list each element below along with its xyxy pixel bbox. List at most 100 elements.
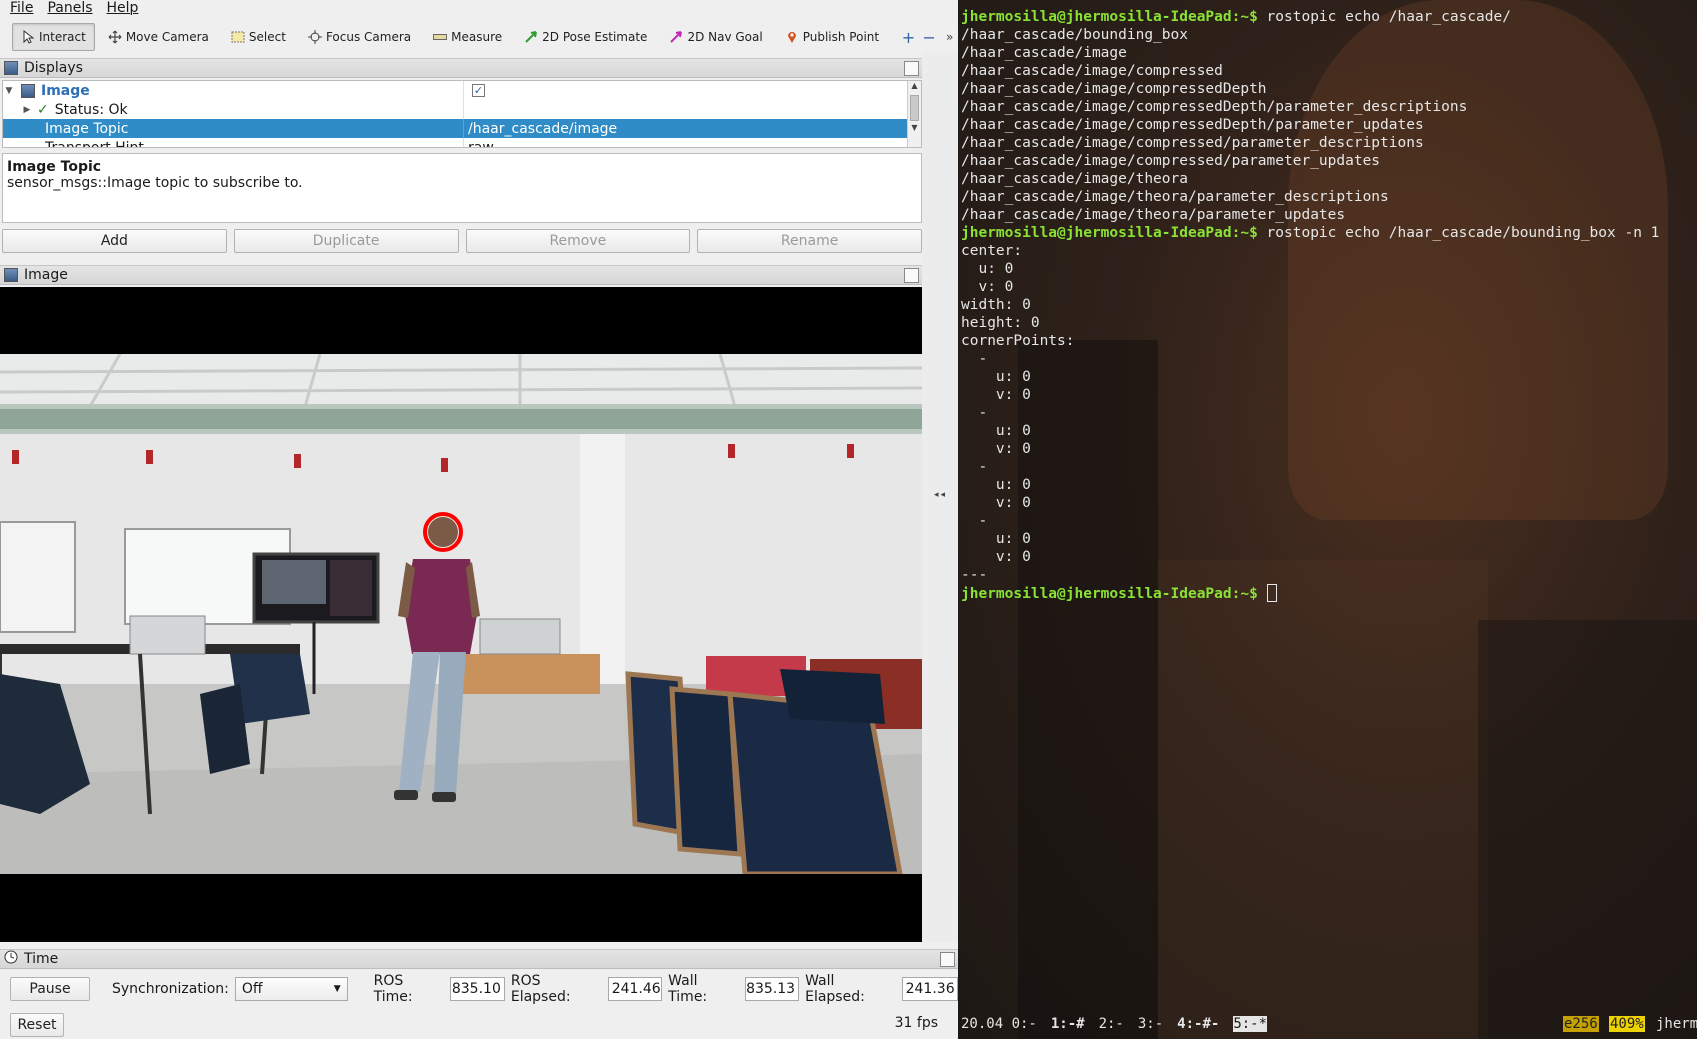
add-button[interactable]: Add (2, 229, 227, 253)
tree-row-image[interactable]: ▼ Image ✓ (3, 81, 908, 100)
tmux-window-3[interactable]: 3:- (1138, 1016, 1163, 1032)
terminal-line: /haar_cascade/image/compressedDepth (961, 81, 1267, 97)
wall-elapsed-label: Wall Elapsed: (805, 973, 865, 1005)
terminal-line: v: 0 (961, 279, 1014, 295)
pose-estimate-tool[interactable]: 2D Pose Estimate (515, 23, 656, 51)
sync-dropdown[interactable]: Off ▼ (234, 977, 348, 1001)
tmux-colors-badge: e256 (1563, 1016, 1599, 1032)
cursor-icon (21, 30, 35, 44)
remove-button[interactable]: Remove (465, 229, 691, 253)
focus-camera-tool[interactable]: Focus Camera (299, 23, 420, 51)
camera-frame (0, 354, 922, 874)
duplicate-button[interactable]: Duplicate (233, 229, 459, 253)
chevron-down-icon: ▼ (333, 984, 341, 994)
ros-time-field[interactable]: 5835.10 (450, 977, 505, 1001)
expand-arrow-icon[interactable]: ▶ (21, 105, 33, 115)
pause-button[interactable]: Pause (10, 977, 90, 1001)
select-tool[interactable]: Select (222, 23, 295, 51)
panel-float-button[interactable] (904, 268, 919, 283)
displays-tree: ▼ Image ✓ ▶ ✓ Status: Ok Image Topic /ha… (2, 80, 922, 148)
select-icon (231, 30, 245, 44)
sync-label: Synchronization: (112, 981, 229, 997)
tmux-window-2[interactable]: 2:- (1099, 1016, 1124, 1032)
transport-hint-value[interactable]: raw (468, 140, 494, 148)
scroll-up-icon[interactable]: ▲ (908, 81, 921, 93)
terminal-line: - (961, 513, 988, 529)
terminal-line: v: 0 (961, 549, 1031, 565)
tmux-status-bar: 20.04 0:- 1:-# 2:- 3:- 4:-#- 5:-* e256 4… (958, 1013, 1697, 1035)
panel-splitter[interactable]: ◂◂ (922, 52, 958, 942)
terminal-line: cornerPoints: (961, 333, 1075, 349)
terminal-line: /haar_cascade/image/compressed/parameter… (961, 153, 1381, 169)
terminal-line: - (961, 351, 988, 367)
menu-help[interactable]: Help (107, 0, 139, 16)
tree-scrollbar[interactable]: ▲ ▼ (907, 81, 921, 147)
remove-tool-icon[interactable]: − (921, 26, 938, 48)
terminal-line: width: 0 (961, 297, 1031, 313)
image-display-icon (21, 83, 35, 98)
more-tools-icon[interactable]: » (941, 26, 958, 48)
text-cursor[interactable] (1266, 584, 1277, 602)
tree-row-status[interactable]: ▶ ✓ Status: Ok (3, 100, 908, 119)
ros-elapsed-field[interactable]: 241.46 (607, 977, 663, 1001)
wallpaper-shape (1158, 560, 1488, 1039)
image-panel-title: Image (0, 265, 922, 285)
terminal-line: jhermosilla@jhermosilla-IdeaPad:~$ rosto… (961, 9, 1511, 25)
image-topic-value[interactable]: /haar_cascade/image (468, 121, 617, 137)
status-row: Reset (0, 1012, 958, 1038)
description-title: Image Topic (7, 159, 102, 175)
terminal-line: v: 0 (961, 495, 1031, 511)
tmux-window-4[interactable]: 4:-#- (1177, 1016, 1219, 1032)
terminal-line: u: 0 (961, 531, 1031, 547)
status-label: Status: Ok (54, 101, 128, 118)
terminal-line: jhermosilla@jhermosilla-IdeaPad:~$ (961, 584, 1659, 603)
displays-buttons: Add Duplicate Remove Rename (2, 229, 922, 255)
panel-float-button[interactable] (940, 952, 955, 967)
menu-bar: File Panels Help (0, 0, 958, 16)
measure-tool[interactable]: Measure (424, 23, 511, 51)
displays-panel-title: Displays (0, 58, 922, 78)
terminal-line: /haar_cascade/bounding_box (961, 27, 1188, 43)
interact-tool[interactable]: Interact (12, 23, 95, 51)
camera-image-view[interactable] (0, 287, 922, 942)
scroll-thumb[interactable] (910, 95, 919, 121)
pose-arrow-icon (524, 30, 538, 44)
ruler-icon (433, 30, 448, 44)
tmux-window-current[interactable]: 5:-* (1233, 1016, 1268, 1032)
publish-point-tool[interactable]: Publish Point (776, 23, 888, 51)
tmux-window-1[interactable]: 1:-# (1051, 1016, 1085, 1032)
wallpaper-shape (1478, 620, 1697, 1039)
reset-button[interactable]: Reset (10, 1013, 64, 1037)
wall-time-field[interactable]: 5835.13 (744, 977, 800, 1001)
wall-time-label: Wall Time: (668, 973, 708, 1005)
display-name: Image (41, 82, 90, 99)
tree-row-image-topic[interactable]: Image Topic /haar_cascade/image (3, 119, 908, 138)
terminal-line: u: 0 (961, 423, 1031, 439)
panel-float-button[interactable] (904, 61, 919, 76)
move-camera-tool[interactable]: Move Camera (99, 23, 218, 51)
terminal-output: jhermosilla@jhermosilla-IdeaPad:~$ rosto… (961, 8, 1659, 603)
collapse-arrow-icon[interactable]: ▼ (3, 86, 15, 96)
scroll-down-icon[interactable]: ▼ (908, 123, 921, 135)
map-pin-icon (785, 30, 799, 44)
terminal-line: u: 0 (961, 261, 1014, 277)
menu-file[interactable]: File (10, 0, 33, 16)
enable-checkbox[interactable]: ✓ (472, 84, 485, 97)
terminal-line: /haar_cascade/image/compressed/parameter… (961, 135, 1424, 151)
nav-goal-tool[interactable]: 2D Nav Goal (660, 23, 771, 51)
wall-elapsed-field[interactable]: 241.36 (901, 977, 959, 1001)
tmux-battery-badge: 409% (1609, 1016, 1645, 1032)
terminal-line: /haar_cascade/image/theora/parameter_des… (961, 189, 1389, 205)
terminal-line: /haar_cascade/image/compressedDepth/para… (961, 117, 1424, 133)
terminal-window[interactable]: jhermosilla@jhermosilla-IdeaPad:~$ rosto… (958, 0, 1697, 1039)
rename-button[interactable]: Rename (697, 229, 922, 253)
terminal-line: - (961, 405, 988, 421)
image-panel-icon (4, 268, 18, 282)
tree-row-transport-hint[interactable]: Transport Hint raw (3, 138, 908, 148)
tool-bar: Interact Move Camera Select Focus Camera… (0, 22, 958, 52)
menu-panels[interactable]: Panels (47, 0, 92, 16)
collapse-arrows-icon[interactable]: ◂◂ (934, 490, 947, 500)
terminal-line: /haar_cascade/image/theora/parameter_upd… (961, 207, 1346, 223)
terminal-line: /haar_cascade/image/compressedDepth/para… (961, 99, 1468, 115)
add-tool-icon[interactable]: + (900, 26, 917, 48)
